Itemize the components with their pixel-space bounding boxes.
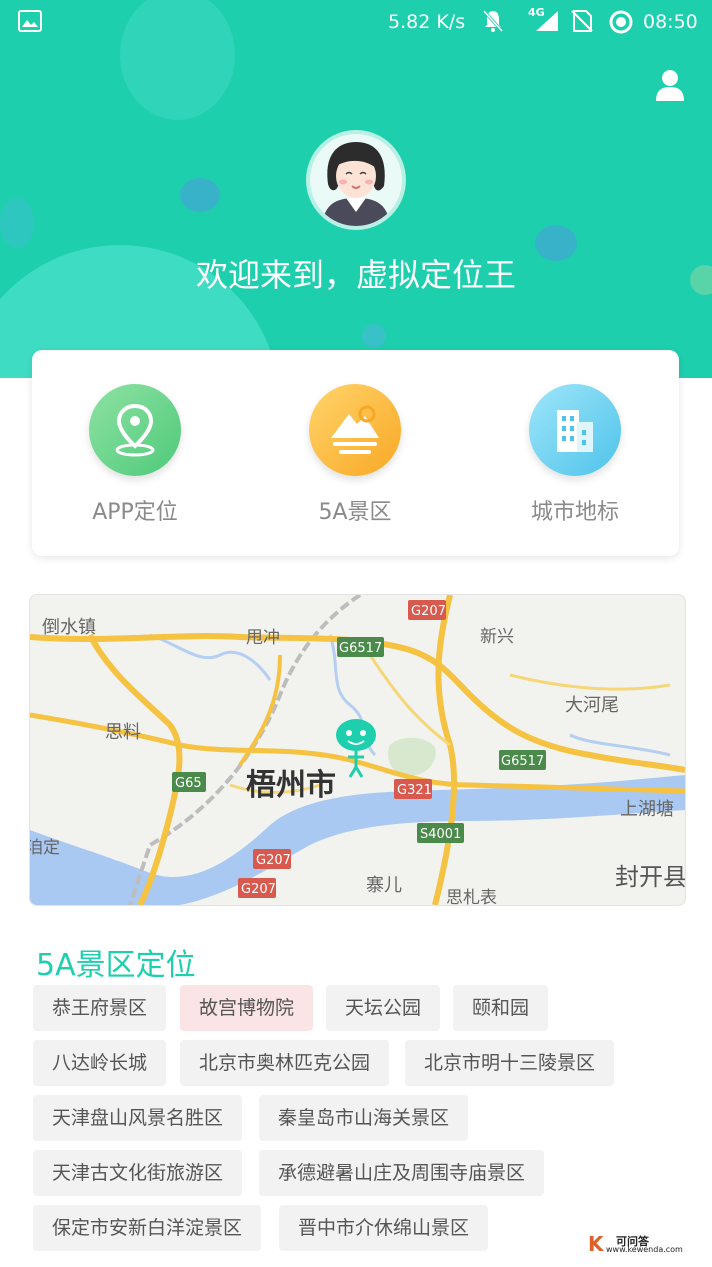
no-sim-icon — [571, 10, 593, 32]
user-profile-icon[interactable] — [654, 68, 686, 102]
tag-mianshan[interactable]: 晋中市介休绵山景区 — [279, 1205, 489, 1251]
tag-gongwangfu[interactable]: 恭王府景区 — [33, 985, 167, 1031]
status-bar: 5.82 K/s 4G 08:50 — [0, 0, 712, 44]
avatar-girl-icon — [310, 134, 402, 226]
map-label: 倒水镇 — [42, 617, 96, 638]
tag-chengde-mountain-resort[interactable]: 承德避暑山庄及周围寺庙景区 — [259, 1150, 545, 1196]
tag-panshan[interactable]: 天津盘山风景名胜区 — [33, 1095, 243, 1141]
building-icon — [529, 384, 621, 476]
clock: 08:50 — [643, 11, 698, 33]
map-label: 甩冲 — [246, 628, 280, 648]
feature-label: 城市地标 — [530, 500, 619, 525]
tag-badaling[interactable]: 八达岭长城 — [33, 1040, 167, 1086]
road-shield: G321 — [397, 783, 432, 798]
signal-icon — [536, 11, 558, 31]
map-label: 新兴 — [480, 627, 514, 647]
map-label: 大河尾 — [565, 695, 619, 716]
decor-bubble — [0, 198, 34, 248]
feature-city-landmark[interactable]: 城市地标 — [505, 384, 645, 526]
decor-bubble — [362, 324, 386, 348]
bell-muted-icon — [482, 9, 504, 33]
decor-bubble — [180, 178, 220, 212]
network-speed: 5.82 K/s — [388, 11, 466, 33]
feature-5a-scenic[interactable]: 5A景区 — [285, 384, 425, 526]
tag-palace-museum[interactable]: 故宫博物院 — [180, 985, 314, 1031]
road-shield: G6517 — [339, 641, 382, 656]
location-pin-icon — [89, 384, 181, 476]
map-label: 寨儿 — [366, 875, 402, 896]
tag-ming-tombs[interactable]: 北京市明十三陵景区 — [405, 1040, 615, 1086]
feature-label: 5A景区 — [318, 500, 392, 525]
feature-card: APP定位 5A景区 城市地标 — [32, 350, 679, 556]
map-label: 上湖塘 — [620, 799, 674, 820]
road-shield: S4001 — [420, 827, 461, 842]
section-title: 5A景区定位 — [36, 948, 196, 983]
map-city-label: 梧州市 — [246, 768, 336, 803]
watermark-logo: K — [588, 1232, 604, 1256]
road-shield: G6517 — [501, 754, 544, 769]
avatar[interactable] — [306, 130, 406, 230]
tag-shanhaiguan[interactable]: 秦皇岛市山海关景区 — [259, 1095, 469, 1141]
road-shield: G65 — [175, 776, 202, 791]
map-view[interactable]: 倒水镇 甩冲 新兴 大河尾 思料 梧州市 上湖塘 寨儿 封开县 思札表 洎定 G… — [29, 594, 686, 906]
feature-app-location[interactable]: APP定位 — [65, 384, 205, 526]
tag-baiyangdian[interactable]: 保定市安新白洋淀景区 — [33, 1205, 262, 1251]
feature-label: APP定位 — [92, 500, 178, 525]
map-label: 封开县 — [615, 863, 685, 891]
tag-tianjin-culture-street[interactable]: 天津古文化街旅游区 — [33, 1150, 243, 1196]
map-label: 思料 — [105, 722, 141, 743]
watermark: K 可问答 www.kewenda.com — [586, 1232, 683, 1256]
tag-temple-of-heaven[interactable]: 天坛公园 — [326, 985, 441, 1031]
map-label: 洎定 — [30, 838, 60, 858]
tag-olympic-park[interactable]: 北京市奥林匹克公园 — [180, 1040, 390, 1086]
road-shield: G207 — [256, 853, 291, 868]
image-icon — [18, 10, 42, 32]
tag-summer-palace[interactable]: 颐和园 — [453, 985, 549, 1031]
map-label: 思札表 — [446, 888, 497, 905]
road-shield: G207 — [411, 604, 446, 619]
road-shield: G207 — [241, 882, 276, 897]
watermark-url: www.kewenda.com — [606, 1245, 683, 1254]
mountain-icon — [309, 384, 401, 476]
sync-icon — [609, 10, 633, 34]
welcome-title: 欢迎来到，虚拟定位王 — [195, 256, 516, 294]
